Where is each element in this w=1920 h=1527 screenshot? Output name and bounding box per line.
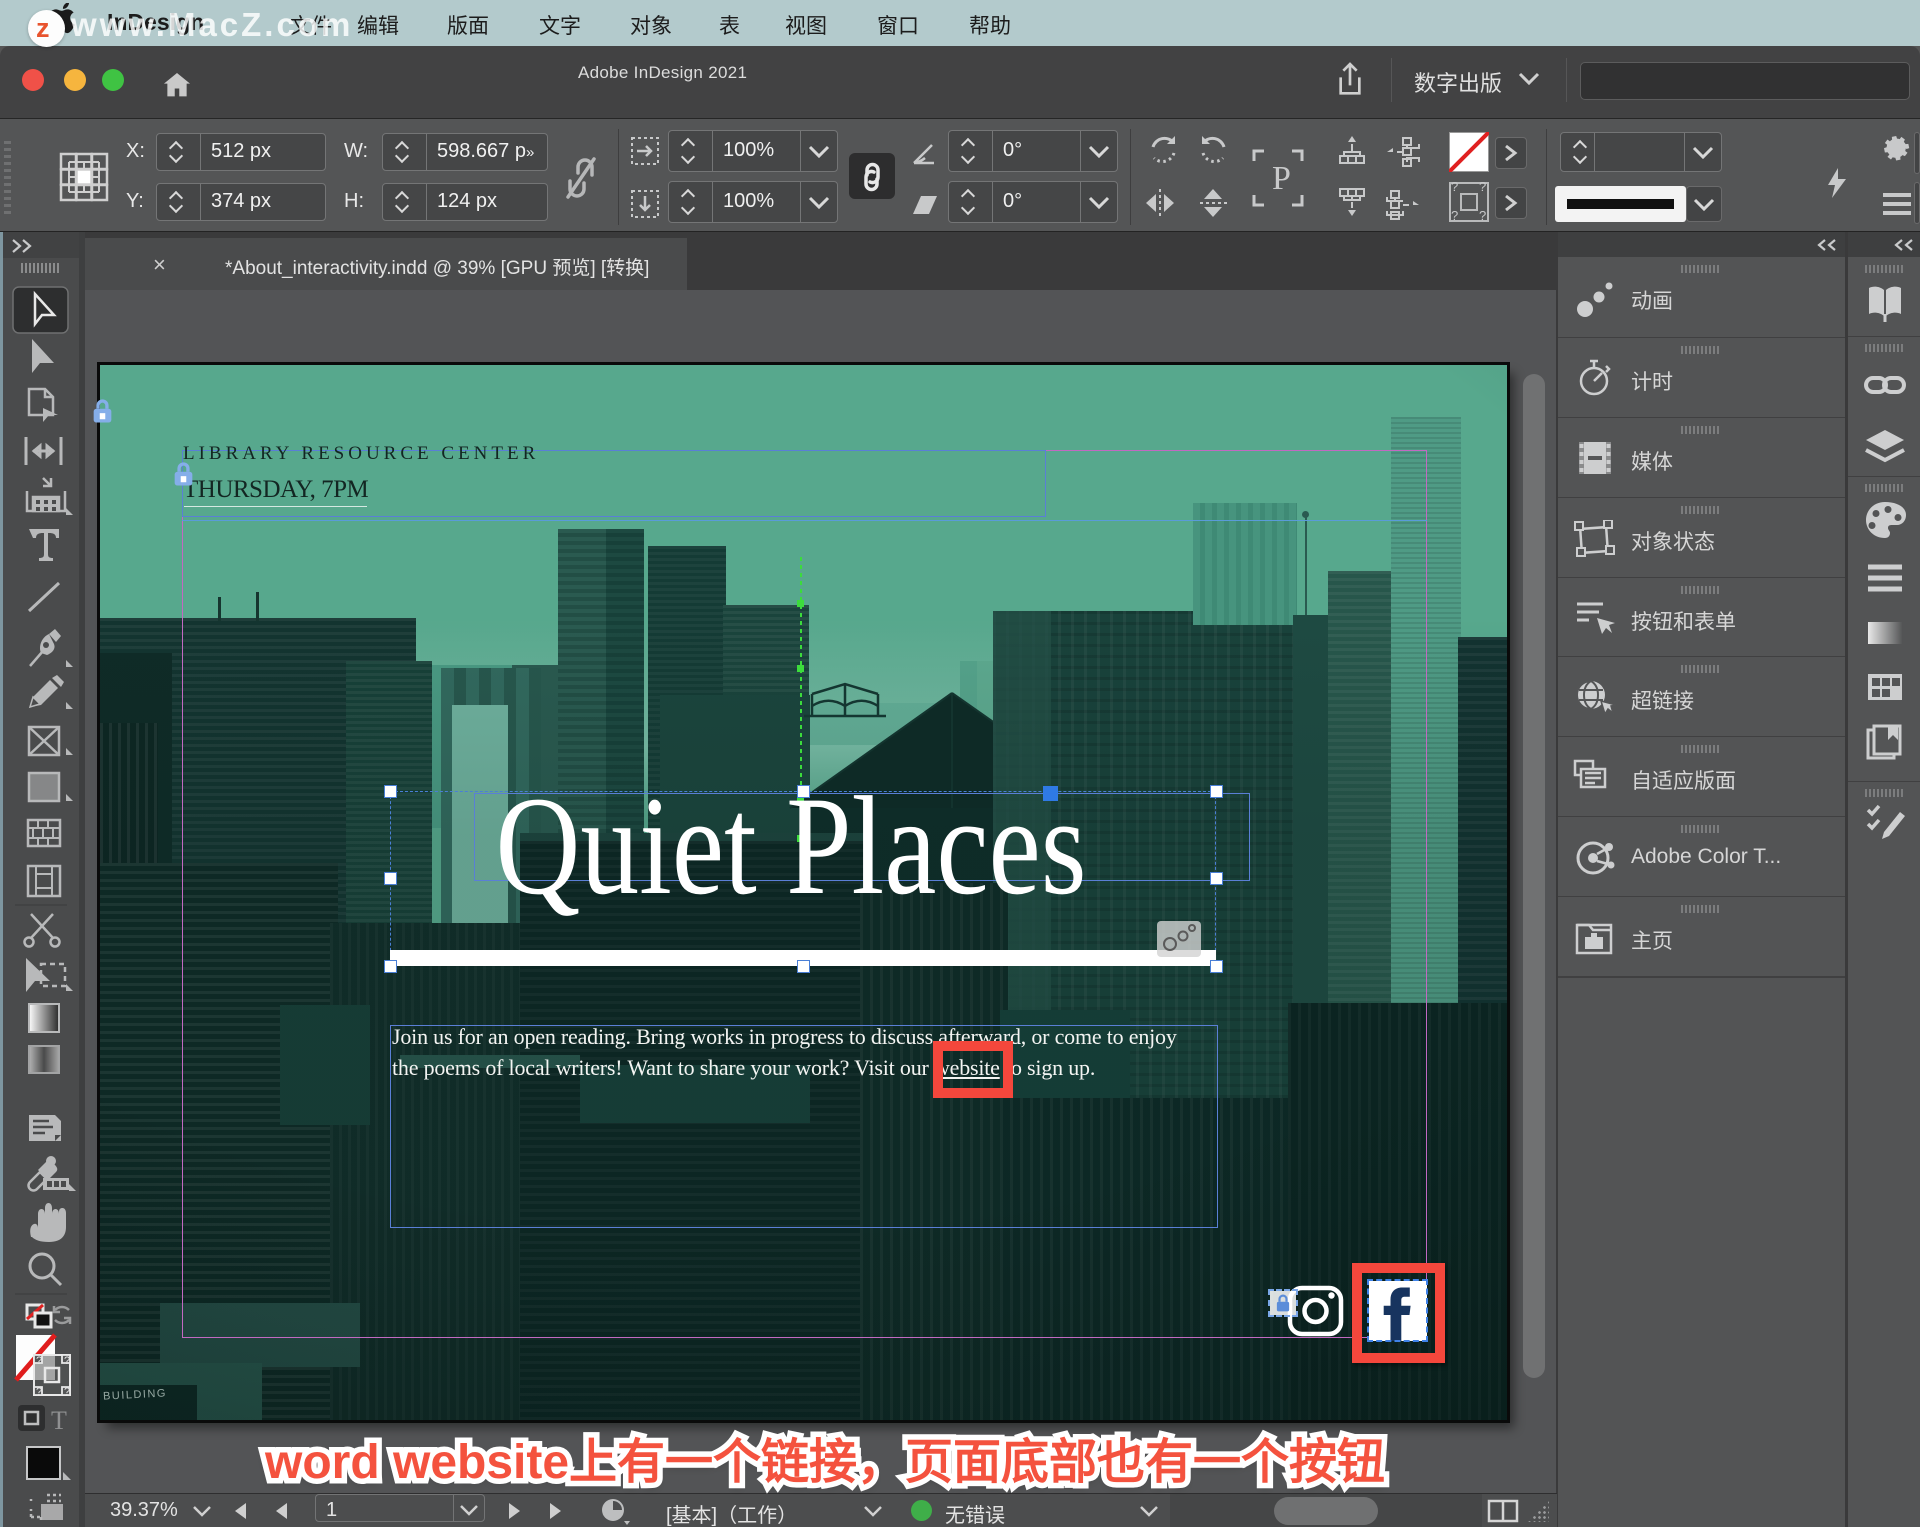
svg-text:?: ? <box>64 1386 70 1398</box>
svg-text:P: P <box>1272 160 1291 197</box>
svg-text:?: ? <box>64 1355 70 1367</box>
svg-text:?: ? <box>36 1355 42 1367</box>
svg-text:?: ? <box>36 1386 42 1398</box>
svg-text:T: T <box>51 1406 67 1435</box>
